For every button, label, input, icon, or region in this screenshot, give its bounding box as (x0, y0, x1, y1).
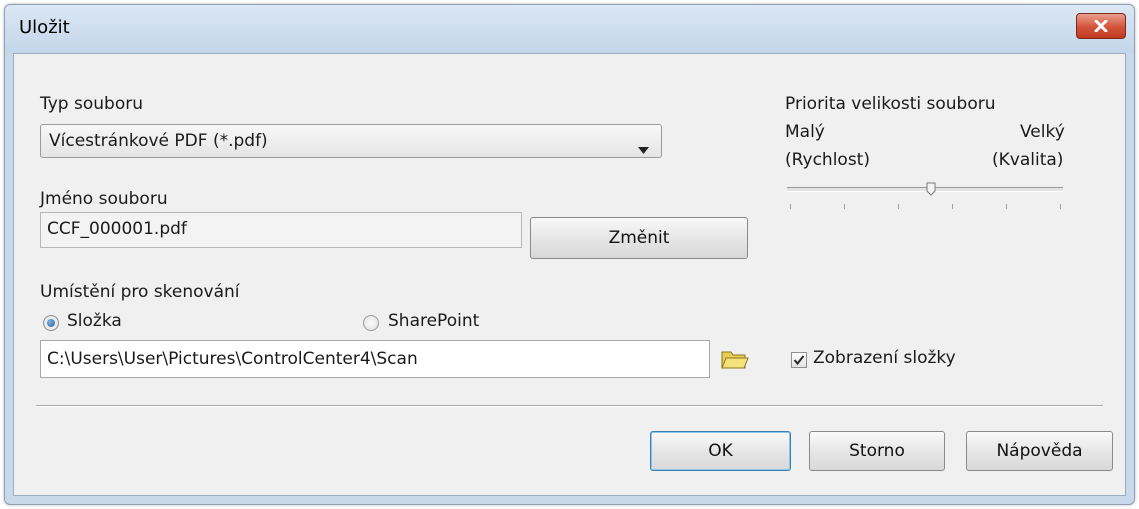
slider-thumb[interactable] (926, 181, 936, 196)
change-button[interactable]: Změnit (530, 217, 748, 259)
cancel-button[interactable]: Storno (809, 431, 945, 471)
scan-path-field[interactable]: C:\Users\User\Pictures\ControlCenter4\Sc… (40, 340, 710, 378)
slider-min-sublabel: (Rychlost) (785, 150, 870, 170)
file-type-dropdown[interactable]: Vícestránkové PDF (*.pdf) (40, 124, 662, 158)
folder-radio-label[interactable]: Složka (67, 311, 122, 331)
slider-tick (898, 204, 899, 209)
slider-tick (844, 204, 845, 209)
folder-icon[interactable] (721, 348, 749, 374)
show-folder-label[interactable]: Zobrazení složky (813, 348, 956, 368)
sharepoint-radio[interactable] (363, 315, 379, 331)
slider-max-label: Velký (1020, 122, 1065, 142)
file-name-label: Jméno souboru (40, 189, 168, 209)
file-name-field[interactable]: CCF_000001.pdf (40, 212, 522, 248)
save-dialog: Uložit Typ souboru Vícestránkové PDF (*.… (4, 4, 1135, 505)
scan-location-label: Umístění pro skenování (40, 282, 240, 302)
separator (36, 405, 1103, 407)
slider-max-sublabel: (Kvalita) (992, 150, 1064, 170)
radio-selected-dot (47, 319, 55, 327)
close-icon (1094, 17, 1108, 36)
file-type-label: Typ souboru (40, 94, 143, 114)
ok-button[interactable]: OK (650, 431, 791, 471)
sharepoint-radio-label[interactable]: SharePoint (388, 311, 479, 331)
slider-tick (790, 204, 791, 209)
slider-tick (1060, 204, 1061, 209)
slider-min-label: Malý (785, 122, 825, 142)
slider-tick (1006, 204, 1007, 209)
dialog-title: Uložit (19, 17, 70, 38)
dialog-body: Typ souboru Vícestránkové PDF (*.pdf) Jm… (13, 53, 1126, 496)
scan-path-value: C:\Users\User\Pictures\ControlCenter4\Sc… (47, 349, 418, 369)
file-type-selected: Vícestránkové PDF (*.pdf) (49, 131, 268, 151)
close-button[interactable] (1076, 13, 1126, 39)
chevron-down-icon (638, 139, 649, 158)
show-folder-checkbox[interactable] (791, 352, 807, 368)
size-priority-label: Priorita velikosti souboru (785, 94, 996, 114)
title-bar[interactable]: Uložit (5, 5, 1134, 53)
file-name-value: CCF_000001.pdf (47, 219, 187, 239)
folder-radio[interactable] (43, 315, 59, 331)
slider-tick (952, 204, 953, 209)
help-button[interactable]: Nápověda (966, 431, 1113, 471)
